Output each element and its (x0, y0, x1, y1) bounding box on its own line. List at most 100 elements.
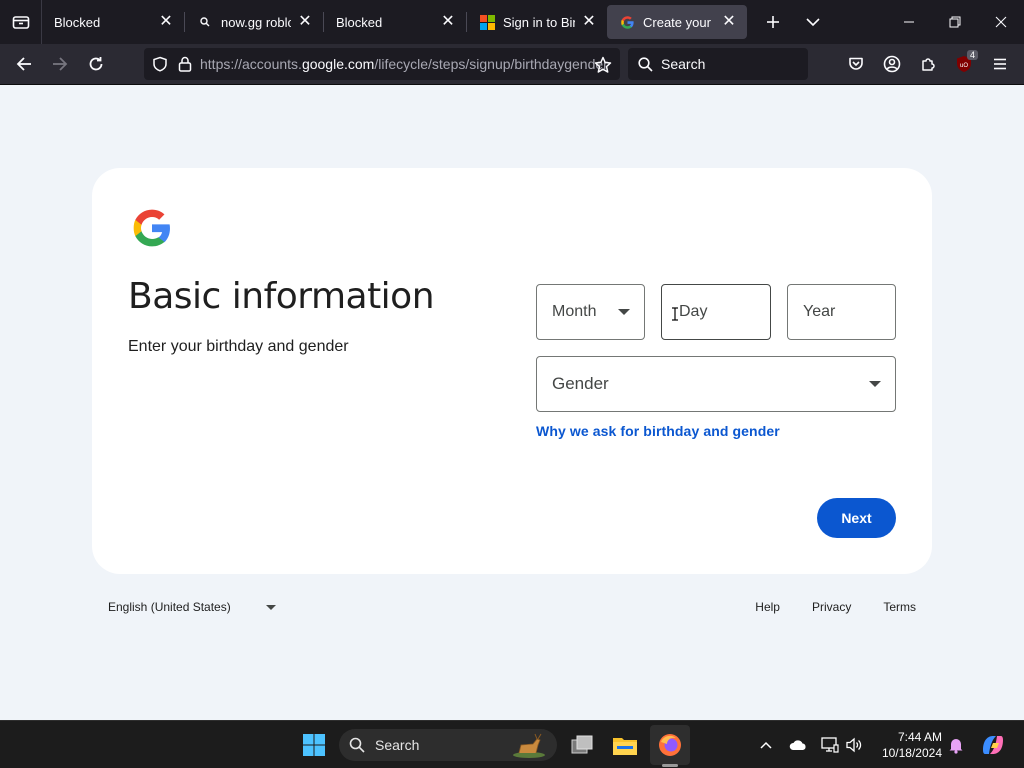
minimize-button[interactable] (886, 0, 932, 44)
taskbar-search-box[interactable]: Search (339, 729, 557, 761)
search-icon (349, 737, 365, 753)
app-menu-button[interactable] (982, 48, 1018, 80)
dropdown-arrow-icon (618, 309, 630, 315)
volume-tray-button[interactable] (843, 725, 865, 765)
file-explorer-button[interactable] (607, 725, 643, 765)
day-input[interactable]: Day (661, 284, 771, 340)
network-tray-button[interactable] (819, 725, 841, 765)
taskbar-search-label: Search (375, 737, 420, 753)
tab-title: Sign in to Bing (503, 14, 575, 30)
month-select[interactable]: Month (536, 284, 645, 340)
back-arrow-icon (16, 57, 31, 71)
copilot-button[interactable] (978, 725, 1008, 765)
search-bar[interactable]: Search (628, 48, 808, 80)
windows-logo-icon (303, 734, 325, 756)
chevron-down-icon (806, 18, 820, 27)
svg-text:uO: uO (960, 63, 968, 69)
dropdown-arrow-icon (266, 604, 276, 610)
url-path: /lifecycle/steps/signup/birthdaygender (374, 56, 608, 72)
privacy-link[interactable]: Privacy (812, 600, 851, 614)
year-input[interactable]: Year (787, 284, 896, 340)
url-prefix: https://accounts. (200, 56, 302, 72)
google-logo-icon (619, 14, 635, 30)
bell-icon (949, 739, 963, 754)
chevron-up-icon (760, 741, 772, 749)
day-input-placeholder: Day (679, 303, 708, 320)
dropdown-arrow-icon (869, 381, 881, 387)
task-view-button[interactable] (564, 725, 600, 765)
forward-button[interactable] (42, 48, 78, 80)
lock-icon[interactable] (178, 56, 192, 72)
url-text[interactable]: https://accounts.google.com/lifecycle/st… (200, 56, 612, 72)
close-tab-icon[interactable]: ✕ (440, 14, 456, 30)
year-input-placeholder: Year (803, 303, 836, 320)
list-all-tabs-button[interactable] (793, 5, 833, 39)
reload-button[interactable] (78, 48, 114, 80)
account-icon (883, 55, 901, 73)
ublock-origin-button[interactable]: uO 4 (946, 48, 982, 80)
language-select[interactable]: English (United States) (108, 600, 276, 614)
why-birthday-gender-link[interactable]: Why we ask for birthday and gender (536, 423, 780, 439)
tab-now-gg[interactable]: now.gg roblox - ✕ (185, 5, 323, 39)
speaker-icon (846, 737, 862, 753)
network-icon (821, 737, 839, 753)
help-link[interactable]: Help (755, 600, 780, 614)
tab-overview-button[interactable] (0, 0, 42, 44)
close-tab-icon[interactable]: ✕ (297, 14, 313, 30)
pocket-icon (849, 57, 863, 70)
firefox-icon (659, 734, 681, 756)
restore-icon (949, 16, 961, 28)
address-bar[interactable]: https://accounts.google.com/lifecycle/st… (144, 48, 620, 80)
tab-title: Blocked (336, 14, 383, 30)
tab-sign-in-bing[interactable]: Sign in to Bing ✕ (467, 5, 607, 39)
forward-arrow-icon (53, 57, 68, 71)
folder-icon (613, 738, 637, 755)
search-icon (638, 56, 653, 72)
next-button[interactable]: Next (817, 498, 896, 538)
close-tab-icon[interactable]: ✕ (721, 14, 737, 30)
tab-actions (753, 5, 833, 39)
onedrive-tray-button[interactable] (787, 725, 809, 765)
plus-icon (767, 16, 779, 28)
star-icon (594, 56, 612, 73)
url-domain: google.com (301, 56, 375, 72)
active-app-indicator (662, 764, 678, 767)
tracking-protection-shield-icon[interactable] (152, 56, 168, 72)
extensions-button[interactable] (910, 48, 946, 80)
show-hidden-icons-button[interactable] (756, 725, 776, 765)
reload-icon (89, 57, 103, 71)
new-tab-button[interactable] (753, 5, 793, 39)
taskbar-clock[interactable]: 7:44 AM 10/18/2024 (872, 729, 942, 761)
tab-blocked-1[interactable]: Blocked ✕ (42, 5, 184, 39)
microsoft-logo-icon (479, 14, 495, 30)
footer-links: Help Privacy Terms (723, 600, 916, 614)
pocket-button[interactable] (838, 48, 874, 80)
notifications-button[interactable] (946, 725, 966, 765)
bookmark-star-button[interactable] (586, 52, 620, 78)
tab-blocked-2[interactable]: Blocked ✕ (324, 5, 466, 39)
search-bar-placeholder: Search (661, 56, 706, 72)
firefox-taskbar-button[interactable] (650, 725, 690, 765)
close-window-button[interactable] (978, 0, 1024, 44)
page-title: Basic information (128, 276, 435, 317)
start-button[interactable] (296, 725, 332, 765)
page-subtitle: Enter your birthday and gender (128, 338, 349, 355)
tab-list-icon (12, 16, 29, 29)
tab-create-google-account[interactable]: Create your Goo ✕ (607, 5, 747, 39)
toolbar-right: uO 4 (838, 48, 1018, 80)
google-logo-icon (133, 209, 170, 247)
puzzle-piece-icon (922, 58, 935, 71)
close-tab-icon[interactable]: ✕ (158, 14, 174, 30)
text-cursor-icon (672, 307, 678, 321)
account-button[interactable] (874, 48, 910, 80)
terms-link[interactable]: Terms (883, 600, 916, 614)
gender-select-label: Gender (552, 374, 609, 393)
cloud-icon (789, 740, 806, 750)
back-button[interactable] (6, 48, 42, 80)
close-icon (995, 16, 1007, 28)
close-tab-icon[interactable]: ✕ (581, 14, 597, 30)
gender-select[interactable]: Gender (536, 356, 896, 412)
clock-date: 10/18/2024 (881, 746, 942, 760)
language-select-label: English (United States) (108, 600, 231, 614)
restore-button[interactable] (932, 0, 978, 44)
